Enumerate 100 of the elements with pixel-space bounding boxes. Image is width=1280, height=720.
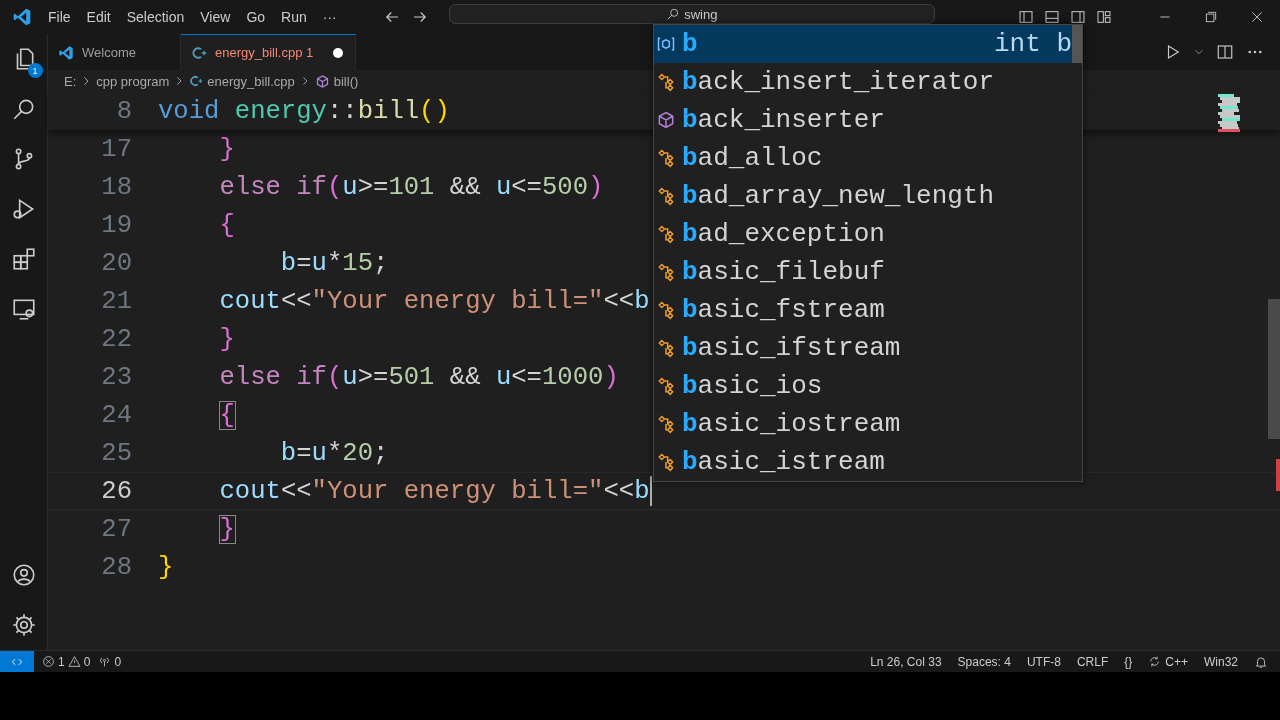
class-icon xyxy=(656,262,676,282)
notification-badge: 1 xyxy=(27,63,43,78)
code-token: else if xyxy=(218,172,327,202)
suggestion-item[interactable]: bad_alloc xyxy=(654,139,1082,177)
class-icon xyxy=(656,338,676,358)
code-token: { xyxy=(218,210,235,240)
menu-item[interactable]: File xyxy=(40,9,79,25)
suggestion-item[interactable]: basic_filebuf xyxy=(654,253,1082,291)
code-token: "Your energy bill=" xyxy=(311,286,604,316)
status-item[interactable]: Spaces: 4 xyxy=(957,654,1011,669)
code-token: >= xyxy=(357,172,389,202)
code-token: } xyxy=(158,552,174,582)
error-marker xyxy=(1276,459,1280,491)
line-number: 17 xyxy=(100,134,132,164)
class-icon xyxy=(656,452,676,472)
code-token: && xyxy=(448,172,482,202)
restore-icon[interactable] xyxy=(1204,10,1218,24)
code-token: u xyxy=(495,172,512,202)
breadcrumb-item[interactable]: cpp program xyxy=(96,73,170,89)
suggestion-item[interactable]: basic_iostream xyxy=(654,405,1082,443)
code-token: { xyxy=(218,400,235,430)
editor-tab[interactable]: energy_bill.cpp 1 xyxy=(180,34,357,70)
code-token: b xyxy=(279,248,297,278)
suggestion-item[interactable]: basic_ios xyxy=(654,367,1082,405)
code-token: = xyxy=(296,248,312,278)
language-button[interactable]: C++ xyxy=(1148,654,1188,669)
class-icon xyxy=(656,224,676,244)
code-token: :: xyxy=(326,96,358,126)
status-item[interactable]: Win32 xyxy=(1204,654,1238,669)
search-field[interactable]: swing xyxy=(448,4,935,24)
sync-icon xyxy=(1148,655,1162,668)
suggestion-item[interactable]: basic_fstream xyxy=(654,291,1082,329)
code-token: u xyxy=(342,362,358,392)
extensions-icon[interactable] xyxy=(10,246,37,272)
minimap-drawing xyxy=(1218,94,1240,132)
breadcrumb-item[interactable]: E: xyxy=(64,73,77,89)
code-token: cout xyxy=(218,286,281,316)
code-token: u xyxy=(311,248,327,278)
code-token: * xyxy=(326,248,343,278)
layout-panel-icon[interactable] xyxy=(1044,9,1060,25)
status-item[interactable]: UTF-8 xyxy=(1026,654,1061,669)
line-number: 8 xyxy=(115,96,132,126)
suggestion-item[interactable]: basic_istream xyxy=(654,443,1082,481)
layout-sidebar-left-icon[interactable] xyxy=(1018,9,1034,25)
line-number: 22 xyxy=(100,324,132,354)
error-icon xyxy=(42,655,55,668)
status-item[interactable]: Ln 26, Col 33 xyxy=(870,654,942,669)
problems-button[interactable]: 1 0 xyxy=(42,654,91,669)
code-token: 101 xyxy=(388,172,435,202)
bell-icon[interactable] xyxy=(1254,654,1268,669)
code-token: bill xyxy=(357,96,420,126)
text-cursor xyxy=(649,476,652,506)
customize-layout-icon[interactable] xyxy=(1096,9,1112,25)
menu-item[interactable]: View xyxy=(192,9,239,25)
code-token: ; xyxy=(373,438,389,468)
code-token: <= xyxy=(511,172,542,202)
code-token: = xyxy=(296,438,312,468)
more-menu-button[interactable]: ··· xyxy=(314,9,345,25)
layout-sidebar-right-icon[interactable] xyxy=(1070,9,1086,25)
code-token: void xyxy=(158,96,220,126)
code-token: << xyxy=(280,286,312,316)
code-token: * xyxy=(326,438,343,468)
scrollbar-thumb[interactable] xyxy=(1072,25,1082,63)
line-number: 25 xyxy=(100,438,132,468)
suggestion-item[interactable]: basic_ifstream xyxy=(654,329,1082,367)
account-icon[interactable] xyxy=(10,562,37,588)
menu-item[interactable]: Selection xyxy=(118,9,193,25)
class-icon xyxy=(656,186,676,206)
code-token: >= xyxy=(357,362,389,392)
status-item[interactable]: CRLF xyxy=(1076,654,1109,669)
suggestion-item[interactable]: back_insert_iterator xyxy=(654,63,1082,101)
caret-icon[interactable] xyxy=(1194,47,1204,57)
scrollbar-thumb[interactable] xyxy=(1268,299,1280,439)
menu-item[interactable]: Go xyxy=(238,9,274,25)
menu-item[interactable]: Run xyxy=(273,9,315,25)
code-token: "Your energy bill=" xyxy=(311,476,604,506)
code-token: << xyxy=(603,286,635,316)
ports-button[interactable]: 0 xyxy=(98,654,122,669)
code-token: ( xyxy=(326,362,343,392)
suggestion-item[interactable]: bad_exception xyxy=(654,215,1082,253)
editor-tab[interactable]: Welcome xyxy=(48,34,181,70)
code-token: <= xyxy=(511,362,542,392)
status-item[interactable]: {} xyxy=(1124,654,1133,669)
code-token: u xyxy=(495,362,512,392)
broadcast-icon xyxy=(98,655,112,668)
suggestion-item[interactable]: bad_array_new_length xyxy=(654,177,1082,215)
split-editor-icon[interactable] xyxy=(1216,43,1234,61)
breadcrumb-item[interactable]: bill() xyxy=(333,73,359,89)
suggestion-item[interactable]: back_inserter xyxy=(654,101,1082,139)
close-icon[interactable] xyxy=(1250,10,1264,24)
code-token: << xyxy=(603,476,635,506)
line-number: 20 xyxy=(100,248,132,278)
code-token: ) xyxy=(588,172,604,202)
line-number: 21 xyxy=(100,286,132,316)
code-token: cout xyxy=(218,476,281,506)
menu-item[interactable]: Edit xyxy=(78,9,119,25)
breadcrumb-item[interactable]: energy_bill.cpp xyxy=(207,73,295,89)
code-token: u xyxy=(342,172,358,202)
settings-icon[interactable] xyxy=(10,612,37,638)
class-icon xyxy=(656,414,676,434)
